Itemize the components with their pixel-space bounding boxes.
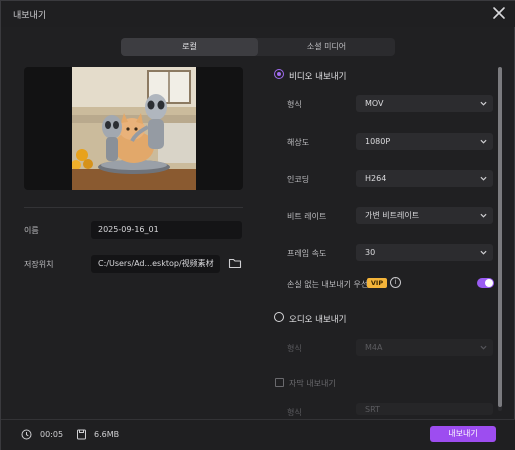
divider (24, 207, 243, 208)
chevron-down-icon (480, 250, 487, 255)
footer-bar: 00:05 6.6MB 내보내기 (1, 419, 515, 450)
framerate-value: 30 (365, 248, 376, 257)
resolution-value: 1080P (365, 137, 391, 146)
video-export-label: 비디오 내보내기 (289, 72, 347, 82)
subtitle-format-select: SRT (356, 403, 493, 415)
preview-thumbnail (72, 67, 196, 190)
toggle-knob (485, 279, 493, 287)
folder-icon[interactable] (228, 256, 242, 270)
lossless-toggle[interactable] (477, 278, 494, 288)
title-bar: 내보내기 (1, 1, 515, 27)
clock-icon (21, 429, 32, 440)
bitrate-select[interactable]: 가변 비트레이트 (356, 207, 493, 224)
chevron-down-icon (480, 101, 487, 106)
audio-export-label: 오디오 내보내기 (289, 315, 347, 325)
file-size-icon (77, 429, 86, 440)
video-format-select[interactable]: MOV (356, 95, 493, 112)
scrollbar-thumb[interactable] (498, 67, 502, 407)
framerate-select[interactable]: 30 (356, 244, 493, 261)
lossless-label: 손실 없는 내보내기 우선 (287, 280, 369, 289)
video-export-radio[interactable] (274, 69, 284, 79)
export-button[interactable]: 내보내기 (430, 426, 496, 442)
save-location-label: 저장위치 (24, 260, 54, 269)
chevron-down-icon (480, 213, 487, 218)
chevron-down-icon (480, 176, 487, 181)
close-icon[interactable] (491, 5, 507, 21)
framerate-label: 프레임 속도 (287, 249, 327, 258)
subtitle-export-checkbox[interactable] (275, 378, 284, 387)
subtitle-format-value: SRT (365, 405, 380, 414)
export-dialog: 내보내기 로컬 소셜 미디어 이름 2025-09-16_01 저장위치 C:/… (0, 0, 515, 450)
subtitle-export-label: 자막 내보내기 (289, 379, 336, 388)
duration-text: 00:05 (40, 430, 64, 439)
encoding-select[interactable]: H264 (356, 170, 493, 187)
export-tabs: 로컬 소셜 미디어 (121, 38, 395, 56)
chevron-down-icon (480, 139, 487, 144)
tab-social-media[interactable]: 소셜 미디어 (258, 38, 395, 56)
file-name-label: 이름 (24, 226, 39, 235)
resolution-label: 해상도 (287, 138, 310, 147)
video-format-value: MOV (365, 99, 384, 108)
info-icon[interactable]: i (390, 277, 401, 288)
save-location-input[interactable]: C:/Users/Ad...esktop/视频素材 (91, 255, 220, 273)
encoding-value: H264 (365, 174, 387, 183)
audio-format-label: 형식 (287, 344, 302, 353)
resolution-select[interactable]: 1080P (356, 133, 493, 150)
dialog-title: 내보내기 (13, 11, 47, 21)
file-size-text: 6.6MB (94, 430, 120, 439)
tab-local[interactable]: 로컬 (121, 38, 258, 56)
vip-badge: VIP (367, 278, 387, 288)
file-name-input[interactable]: 2025-09-16_01 (91, 221, 242, 239)
bitrate-label: 비트 레이트 (287, 212, 327, 221)
settings-scrollbar[interactable] (498, 67, 502, 411)
audio-format-value: M4A (365, 343, 383, 352)
bitrate-value: 가변 비트레이트 (365, 211, 420, 220)
video-format-label: 형식 (287, 100, 302, 109)
subtitle-format-label: 형식 (287, 408, 302, 417)
audio-format-select: M4A (356, 339, 493, 356)
encoding-label: 인코딩 (287, 175, 310, 184)
video-preview (24, 67, 243, 190)
chevron-down-icon (480, 345, 487, 350)
audio-export-radio[interactable] (274, 312, 284, 322)
